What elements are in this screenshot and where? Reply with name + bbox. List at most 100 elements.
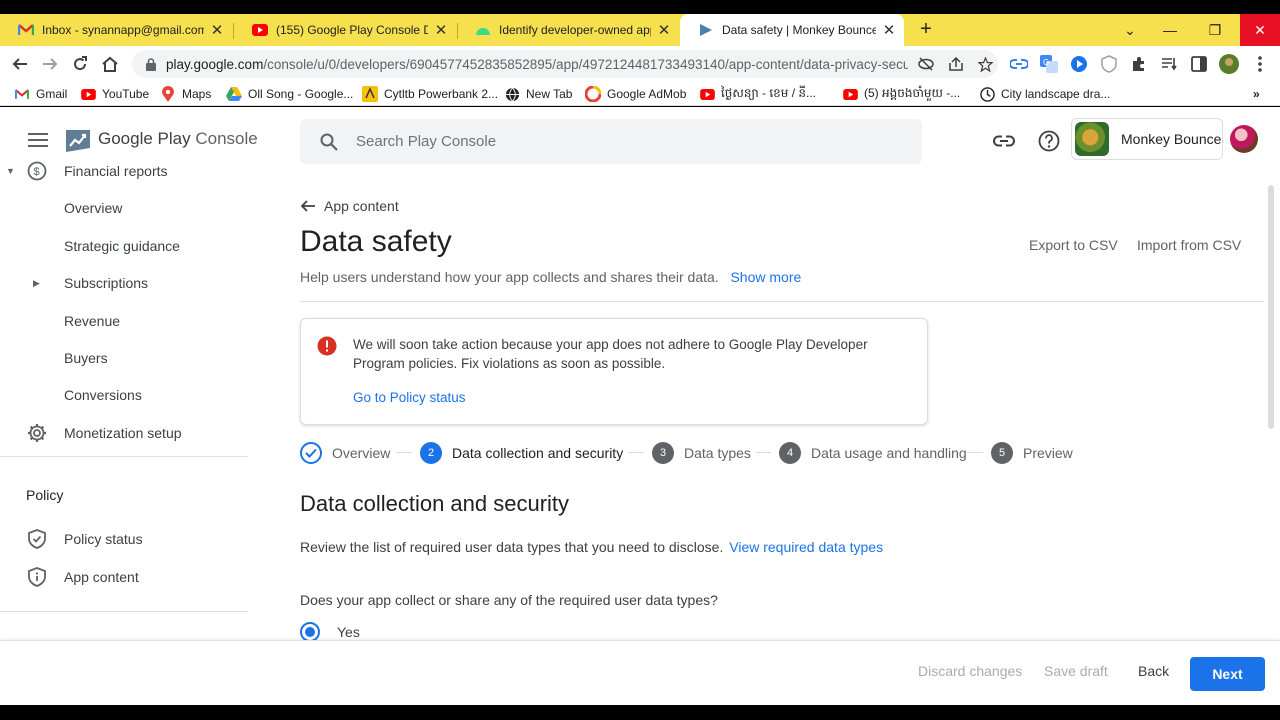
app-selector[interactable]: Monkey Bounce: [1071, 118, 1223, 160]
home-icon[interactable]: [98, 52, 122, 76]
step-data-usage[interactable]: 4 Data usage and handling: [779, 441, 967, 465]
sidebar: ▼ $ Financial reports Overview Strategic…: [0, 161, 248, 705]
radio-yes[interactable]: Yes: [300, 622, 360, 642]
chevron-right-icon[interactable]: ▶: [33, 278, 40, 289]
play-extension-icon[interactable]: [1069, 54, 1089, 74]
bookmark-powerbank[interactable]: Cytltb Powerbank 2...: [362, 84, 498, 104]
bookmark-new-tab[interactable]: New Tab: [504, 84, 572, 104]
bookmark-city-landscape[interactable]: City landscape dra...: [979, 84, 1110, 104]
minimize-icon[interactable]: —: [1150, 14, 1190, 46]
close-icon[interactable]: ✕: [208, 21, 226, 39]
chevron-down-icon: ▼: [6, 166, 15, 176]
search-input[interactable]: [356, 133, 876, 150]
forward-arrow-icon[interactable]: [38, 52, 62, 76]
menu-icon[interactable]: [26, 130, 50, 150]
review-text: Review the list of required user data ty…: [300, 539, 884, 555]
bookmark-youtube[interactable]: YouTube: [80, 84, 149, 104]
step-preview[interactable]: 5 Preview: [991, 441, 1073, 465]
close-icon[interactable]: ✕: [880, 21, 898, 39]
view-required-data-types-link[interactable]: View required data types: [729, 539, 883, 555]
step-data-types[interactable]: 3 Data types: [652, 441, 751, 465]
bookmark-drive[interactable]: Oll Song - Google...: [226, 84, 353, 104]
youtube-icon: [252, 22, 268, 38]
show-more-link[interactable]: Show more: [730, 269, 801, 285]
browser-tab-youtube[interactable]: (155) Google Play Console Data F ✕: [234, 14, 456, 46]
financial-reports-icon: $: [26, 160, 48, 182]
lock-icon[interactable]: [136, 57, 166, 71]
shield-check-icon: [26, 528, 48, 550]
sidebar-item-conversions[interactable]: Conversions: [0, 378, 248, 412]
app-content-back-link[interactable]: App content: [300, 198, 399, 214]
reading-list-icon[interactable]: [1159, 54, 1179, 74]
discard-changes-button[interactable]: Discard changes: [918, 663, 1022, 679]
radio-selected-icon[interactable]: [300, 622, 320, 642]
bookmark-gmail[interactable]: Gmail: [14, 84, 67, 104]
go-to-policy-status-link[interactable]: Go to Policy status: [353, 390, 466, 405]
bookmark-admob[interactable]: Google AdMob: [585, 84, 686, 104]
sidebar-item-overview[interactable]: Overview: [0, 191, 248, 225]
eye-off-icon[interactable]: [918, 57, 934, 71]
back-arrow-icon[interactable]: [8, 52, 32, 76]
export-csv-button[interactable]: Export to CSV: [1029, 237, 1118, 253]
android-icon: [475, 22, 491, 38]
tab-title: (155) Google Play Console Data F: [276, 23, 428, 37]
avatar[interactable]: [1230, 125, 1258, 153]
help-icon[interactable]: [1037, 129, 1061, 153]
console-brand-title[interactable]: Google Play Console: [98, 129, 258, 149]
star-icon[interactable]: [978, 56, 993, 72]
kebab-menu-icon[interactable]: [1250, 54, 1270, 74]
shield-info-icon: [26, 566, 48, 588]
sidebar-item-revenue[interactable]: Revenue: [0, 304, 248, 338]
more-bookmarks-button[interactable]: »: [1253, 84, 1260, 104]
collect-question: Does your app collect or share any of th…: [300, 592, 718, 608]
sidebar-item-financial-reports[interactable]: ▼ $ Financial reports: [0, 154, 248, 188]
link-extension-icon[interactable]: [1009, 54, 1029, 74]
profile-avatar-icon[interactable]: [1219, 54, 1239, 74]
bookmark-maps[interactable]: Maps: [160, 84, 211, 104]
browser-tab-android[interactable]: Identify developer-owned apps ✕: [457, 14, 679, 46]
youtube-icon: [80, 86, 96, 102]
close-icon[interactable]: ✕: [655, 21, 673, 39]
bookmark-youtube-song-2[interactable]: (5) អង្គចងចាំមួយ -...: [842, 84, 960, 104]
app-icon: [1075, 122, 1109, 156]
browser-tab-gmail[interactable]: Inbox - synannapp@gmail.com - ✕: [0, 14, 232, 46]
step-overview[interactable]: Overview: [300, 441, 390, 465]
tab-title: Data safety | Monkey Bounce: [722, 23, 876, 37]
admob-icon: [585, 86, 601, 102]
import-csv-button[interactable]: Import from CSV: [1137, 237, 1241, 253]
share-icon[interactable]: [948, 57, 964, 71]
browser-tab-data-safety[interactable]: Data safety | Monkey Bounce ✕: [680, 14, 904, 46]
console-search[interactable]: [300, 119, 922, 164]
save-draft-button[interactable]: Save draft: [1044, 663, 1108, 679]
next-button[interactable]: Next: [1190, 657, 1265, 691]
sidebar-section-policy: Policy: [26, 487, 64, 503]
translate-extension-icon[interactable]: G: [1039, 54, 1059, 74]
check-icon: [300, 442, 322, 464]
sidebar-item-app-content[interactable]: App content: [0, 560, 248, 594]
reload-icon[interactable]: [68, 52, 92, 76]
sidebar-item-monetization-setup[interactable]: Monetization setup: [0, 416, 248, 450]
sidebar-item-buyers[interactable]: Buyers: [0, 341, 248, 375]
link-icon[interactable]: [992, 129, 1016, 153]
puzzle-extensions-icon[interactable]: [1129, 54, 1149, 74]
sidebar-item-subscriptions[interactable]: ▶ Subscriptions: [0, 266, 248, 300]
error-icon: [317, 336, 337, 361]
sidebar-item-policy-status[interactable]: Policy status: [0, 522, 248, 556]
close-icon[interactable]: ✕: [432, 21, 450, 39]
address-bar[interactable]: play.google.com/console/u/0/developers/6…: [132, 50, 998, 78]
globe-icon: [504, 86, 520, 102]
tab-search-icon[interactable]: ⌄: [1110, 14, 1150, 46]
side-panel-icon[interactable]: [1189, 54, 1209, 74]
scrollbar[interactable]: [1268, 185, 1274, 429]
back-button[interactable]: Back: [1138, 663, 1169, 679]
restore-icon[interactable]: ❐: [1195, 14, 1235, 46]
close-window-icon[interactable]: ✕: [1240, 14, 1280, 46]
sidebar-item-strategic-guidance[interactable]: Strategic guidance: [0, 229, 248, 263]
shield-extension-icon[interactable]: [1099, 54, 1119, 74]
section-title: Data collection and security: [300, 491, 570, 516]
bookmark-youtube-song-1[interactable]: ថ្ងៃសន្យា - ខេម / នី...: [699, 84, 816, 104]
gmail-icon: [14, 86, 30, 102]
new-tab-button[interactable]: +: [914, 18, 938, 41]
play-console-page: Google Play Console Monkey Bounce ▼ $ Fi…: [0, 107, 1280, 705]
step-data-collection[interactable]: 2 Data collection and security: [420, 441, 623, 465]
